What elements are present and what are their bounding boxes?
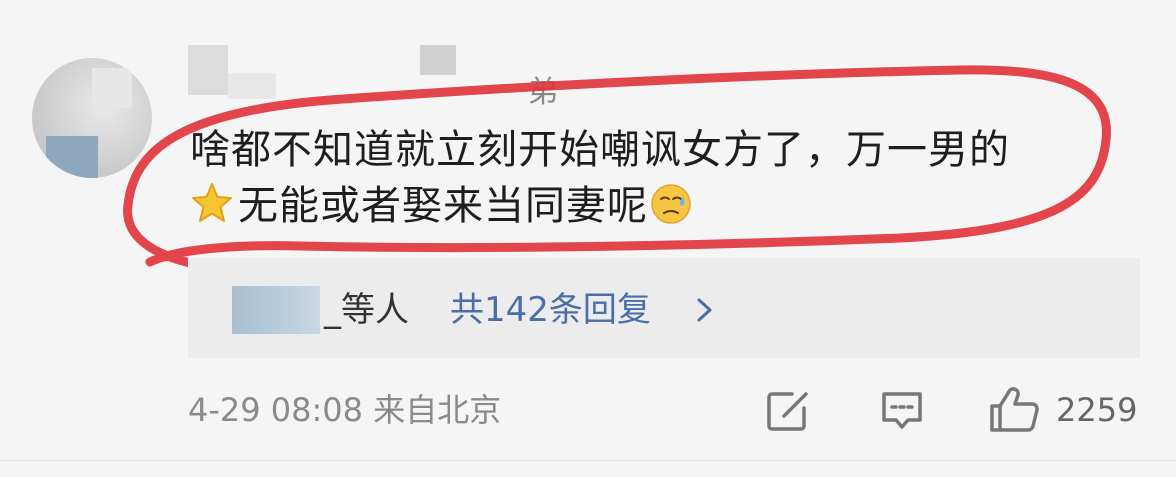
reply-user-mosaic — [232, 286, 320, 334]
like-count: 2259 — [1056, 391, 1138, 429]
username-censored[interactable]: 弟 — [188, 45, 558, 110]
sweat-emoji-icon — [650, 183, 692, 225]
username-visible-char: 弟 — [528, 75, 558, 110]
star-icon — [190, 181, 234, 225]
mosaic-block — [228, 73, 276, 99]
comment-meta: 4-29 08:08 来自北京 — [188, 386, 501, 434]
divider — [0, 460, 1176, 461]
view-replies-link[interactable]: 共142条回复 — [450, 286, 651, 334]
avatar-mosaic — [46, 136, 98, 178]
comment-date: 4-29 08:08 — [188, 391, 364, 429]
comment-location: 来自北京 — [373, 391, 502, 429]
share-button[interactable] — [764, 384, 812, 436]
chevron-right-icon[interactable] — [690, 292, 720, 328]
reply-preview[interactable]: _等人 共142条回复 — [188, 258, 1140, 358]
comment-line-2-text: 无能或者娶来当同妻呢 — [238, 183, 648, 229]
avatar-mosaic — [92, 68, 132, 108]
reply-users-suffix: _等人 — [324, 290, 409, 330]
comment-line-1: 啥都不知道就立刻开始嘲讽女方了，万一男的 — [190, 127, 1010, 173]
mosaic-block — [420, 45, 456, 75]
comment-button[interactable] — [878, 384, 926, 436]
comment-text: 啥都不知道就立刻开始嘲讽女方了，万一男的 无能或者娶来当同妻呢 — [190, 122, 1120, 234]
avatar[interactable] — [32, 58, 152, 178]
like-button[interactable] — [988, 384, 1042, 436]
like-icon — [990, 387, 1039, 432]
comment-line-2: 无能或者娶来当同妻呢 — [190, 178, 1120, 234]
share-icon — [767, 392, 808, 431]
comment-icon — [882, 392, 922, 429]
mosaic-block — [188, 45, 228, 95]
